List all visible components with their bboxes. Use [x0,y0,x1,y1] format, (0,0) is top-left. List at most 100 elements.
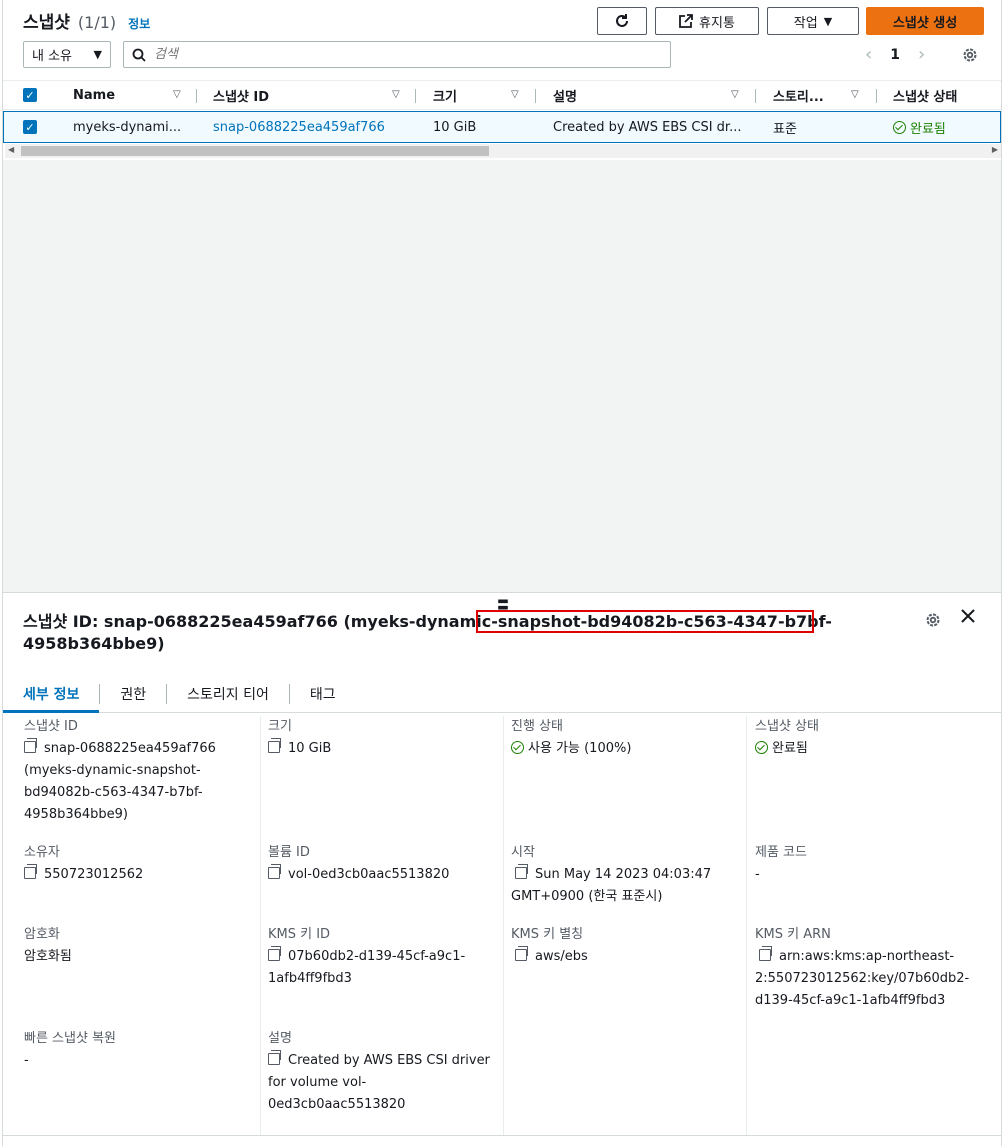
start-time-line: Sun May 14 2023 04:03:47 [535,867,712,882]
table-row[interactable]: ✓ myeks-dynami... snap-0688225ea459af766… [3,111,1001,143]
field-start-time: 시작 Sun May 14 2023 04:03:47 GMT+0900 (한국… [511,842,711,908]
field-volume-id: 볼륨 ID vol-0ed3cb0aac5513820 [268,842,449,886]
select-all-checkbox[interactable]: ✓ [23,81,37,109]
tab-tags[interactable]: 태그 [290,675,356,712]
field-label: 스냅샷 상태 [755,719,819,734]
field-kms-key-alias: KMS 키 별칭 aws/ebs [511,924,588,968]
field-product-code: 제품 코드 - [755,842,807,886]
field-fast-restore: 빠른 스냅샷 복원 - [24,1028,116,1072]
tab-permissions[interactable]: 권한 [100,675,166,712]
row-snapshot-id-link[interactable]: snap-0688225ea459af766 [213,112,385,142]
row-size: 10 GiB [433,119,477,135]
copy-icon[interactable] [759,946,772,961]
status-ok-icon [511,741,524,754]
column-header-snapshot-id[interactable]: 스냅샷 ID [213,81,269,109]
refresh-icon [616,14,628,27]
prev-page-icon[interactable]: ‹ [865,44,872,65]
column-header-name[interactable]: Name [73,81,115,109]
recycle-bin-button[interactable]: 휴지통 [655,7,759,35]
field-snapshot-id: 스냅샷 ID snap-0688225ea459af766 (myeks-dyn… [24,716,216,826]
column-divider[interactable] [415,89,416,103]
page-number[interactable]: 1 [890,47,900,63]
close-icon [961,609,975,623]
status-ok-icon [755,741,768,754]
owner-filter-select[interactable]: 내 소유 ▼ [23,41,111,68]
column-header-snapshot-state[interactable]: 스냅샷 상태 [893,81,957,109]
sort-icon[interactable]: ▽ [731,89,739,100]
row-status: 완료됨 [893,112,946,142]
sort-icon[interactable]: ▽ [851,89,859,100]
search-box[interactable] [123,41,671,68]
column-header-description[interactable]: 설명 [553,81,577,109]
row-description: Created by AWS EBS CSI dr... [553,119,742,135]
size-value: 10 GiB [288,741,332,756]
copy-icon[interactable] [268,946,281,961]
field-size: 크기 10 GiB [268,716,331,760]
field-label: KMS 키 ARN [755,927,831,942]
field-description: 설명 Created by AWS EBS CSI driver for vol… [268,1028,490,1116]
sort-icon[interactable]: ▽ [173,89,181,100]
copy-icon[interactable] [268,864,281,879]
column-header-storage-tier[interactable]: 스토리... [773,81,824,109]
tab-details[interactable]: 세부 정보 [3,675,100,713]
progress-value: 사용 가능 (100%) [528,741,632,756]
empty-content-area [2,160,1002,592]
owner-filter-value: 내 소유 [32,49,73,64]
volume-id-link[interactable]: vol-0ed3cb0aac5513820 [288,867,449,882]
field-owner: 소유자 550723012562 [24,842,143,886]
info-link[interactable]: 정보 [128,15,150,32]
next-page-icon[interactable]: › [918,44,925,65]
column-header-size[interactable]: 크기 [433,81,457,109]
details-title-line2: 4958b364bbe9) [23,634,165,653]
row-name: myeks-dynami... [73,119,182,135]
caret-down-icon: ▼ [93,48,102,61]
panel-bottom-divider [3,1135,1001,1136]
column-divider[interactable] [196,89,197,103]
panel-preferences-button[interactable] [924,611,942,633]
snapshot-id-line: 4958b364bbe9) [24,807,128,822]
copy-icon[interactable] [515,864,528,879]
caret-down-icon: ▼ [823,14,833,28]
scrollbar-thumb[interactable] [21,146,489,156]
copy-icon[interactable] [515,946,528,961]
close-panel-button[interactable] [960,608,976,629]
copy-icon[interactable] [268,738,281,753]
actions-label: 작업 [793,15,818,31]
field-label: 제품 코드 [755,845,807,860]
refresh-button[interactable] [597,7,647,35]
page-title: 스냅샷 [23,13,70,33]
field-label: 진행 상태 [511,719,563,734]
start-time-line: GMT+0900 (한국 표준시) [511,889,663,904]
snapshot-id-value[interactable]: snap-0688225ea459af766 [24,738,216,760]
copy-icon[interactable] [24,738,37,753]
copy-icon[interactable] [24,864,37,879]
kms-key-arn-line: d139-45cf-a9c1-1afb4ff9fbd3 [755,993,946,1008]
search-icon [132,48,146,62]
actions-dropdown-button[interactable]: 작업 ▼ [767,7,859,35]
scroll-left-icon[interactable]: ◀ [8,145,14,154]
field-progress: 진행 상태 사용 가능 (100%) [511,716,631,760]
recycle-bin-label: 휴지통 [699,15,735,31]
sort-icon[interactable]: ▽ [511,89,519,100]
field-label: 시작 [511,845,535,860]
scroll-right-icon[interactable]: ▶ [992,145,998,154]
copy-icon[interactable] [268,1050,281,1065]
panel-header: 스냅샷 (1/1) 정보 [23,8,150,33]
snapshot-state-value: 완료됨 [772,741,808,756]
status-ok-icon [893,120,906,134]
snapshot-id-line: bd94082b-c563-4347-b7bf- [24,785,203,800]
column-divider[interactable] [876,89,877,103]
sort-icon[interactable]: ▽ [392,89,400,100]
field-encryption: 암호화 암호화됨 [24,924,72,968]
row-checkbox[interactable]: ✓ [23,112,37,142]
horizontal-scrollbar[interactable]: ◀ ▶ [5,144,1001,158]
external-link-icon [679,14,693,28]
search-input[interactable] [154,47,634,62]
snapshots-table-panel: 스냅샷 (1/1) 정보 휴지통 작업 ▼ 스냅샷 생성 내 소유 ▼ ‹ 1 … [2,0,1002,160]
table-settings-button[interactable] [961,46,979,68]
create-snapshot-button[interactable]: 스냅샷 생성 [866,7,984,35]
tab-storage-tier[interactable]: 스토리지 티어 [167,675,289,712]
column-divider[interactable] [755,89,756,103]
fast-restore-value: - [24,1053,29,1068]
column-divider[interactable] [535,89,536,103]
